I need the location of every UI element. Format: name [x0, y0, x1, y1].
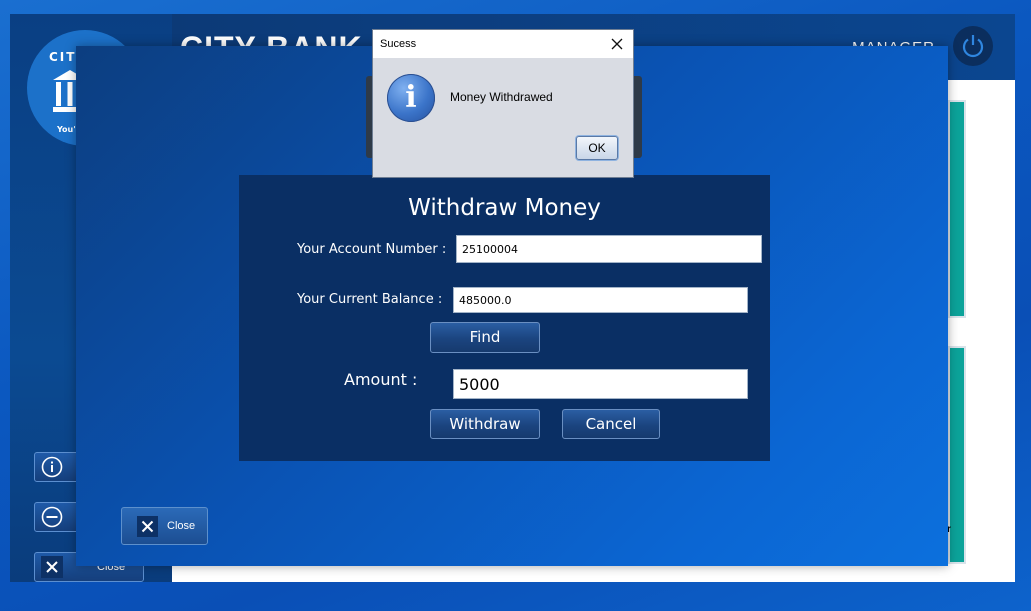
dialog-title: Sucess — [380, 38, 417, 50]
close-button[interactable]: Close — [121, 507, 208, 545]
information-icon: i — [387, 74, 435, 122]
ok-button[interactable]: OK — [576, 136, 618, 160]
amount-input[interactable] — [453, 369, 748, 399]
dialog-message: Money Withdrawed — [450, 90, 553, 104]
info-icon — [41, 456, 63, 478]
power-icon — [962, 35, 984, 58]
find-button[interactable]: Find — [430, 322, 540, 353]
account-number-label: Your Account Number : — [297, 242, 447, 257]
minus-icon — [41, 506, 63, 528]
close-icon — [41, 556, 63, 578]
dialog-close-icon[interactable] — [607, 34, 627, 54]
withdraw-button[interactable]: Withdraw — [430, 409, 540, 439]
close-icon — [137, 516, 158, 537]
success-dialog: Sucess i Money Withdrawed OK — [372, 29, 634, 178]
logout-button[interactable] — [953, 26, 993, 66]
withdraw-form-card: Withdraw Money Your Account Number : You… — [239, 175, 770, 461]
close-button-label: Close — [167, 520, 196, 532]
account-number-input[interactable] — [456, 235, 762, 263]
dialog-titlebar: Sucess — [373, 30, 633, 58]
amount-label: Amount : — [344, 370, 418, 389]
cancel-button[interactable]: Cancel — [562, 409, 660, 439]
teal-panel-top — [948, 100, 966, 318]
form-title: Withdraw Money — [408, 195, 601, 221]
current-balance-input[interactable] — [453, 287, 748, 313]
current-balance-label: Your Current Balance : — [297, 292, 443, 307]
